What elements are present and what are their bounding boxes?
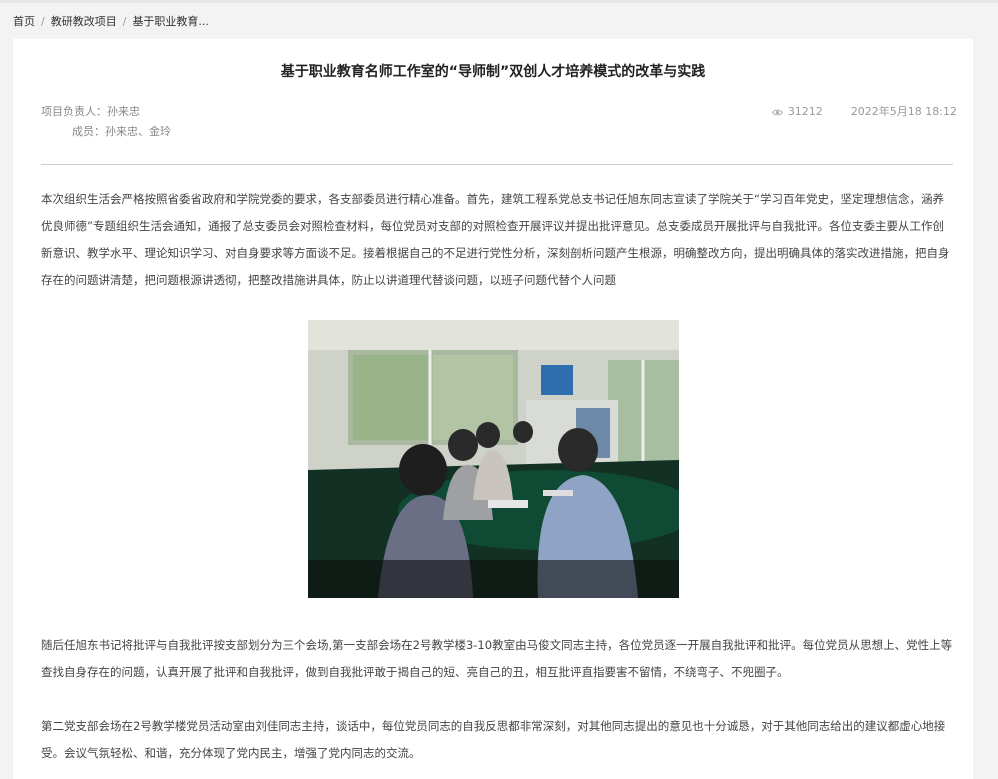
members-names: 孙来忠、金玲 [105, 125, 171, 138]
article-title: 基于职业教育名师工作室的“导师制”双创人才培养模式的改革与实践 [280, 64, 706, 80]
top-border [0, 0, 998, 3]
members-label: 成员： [72, 125, 105, 138]
breadcrumb-section[interactable]: 教研教改项目 [51, 13, 117, 29]
breadcrumb-separator: / [41, 14, 45, 28]
leader-label: 项目负责人： [41, 105, 107, 118]
divider [41, 164, 953, 165]
leader-row: 项目负责人：孙来忠 [41, 102, 171, 122]
members-row: 成员：孙来忠、金玲 [41, 122, 171, 142]
leader-name: 孙来忠 [107, 105, 140, 118]
eye-icon [771, 109, 783, 115]
breadcrumb: 首页 / 教研教改项目 / 基于职业教育... [13, 12, 209, 30]
article-paragraph-2: 随后任旭东书记将批评与自我批评按支部划分为三个会场,第一支部会场在2号教学楼3-… [41, 638, 953, 679]
meeting-photo [308, 320, 679, 598]
article-paragraph-1: 本次组织生活会严格按照省委省政府和学院党委的要求，各支部委员进行精心准备。首先，… [41, 192, 950, 287]
publish-date: 2022年5月18 18:12 [850, 105, 957, 118]
view-count: 31212 [787, 105, 823, 118]
breadcrumb-current[interactable]: 基于职业教育... [132, 13, 209, 29]
project-info: 项目负责人：孙来忠 成员：孙来忠、金玲 [41, 102, 171, 142]
article-stats: 31212 2022年5月18 18:12 [771, 102, 957, 122]
article-card: 基于职业教育名师工作室的“导师制”双创人才培养模式的改革与实践 项目负责人：孙来… [13, 39, 973, 779]
breadcrumb-home[interactable]: 首页 [13, 13, 35, 29]
breadcrumb-separator: / [122, 14, 127, 28]
